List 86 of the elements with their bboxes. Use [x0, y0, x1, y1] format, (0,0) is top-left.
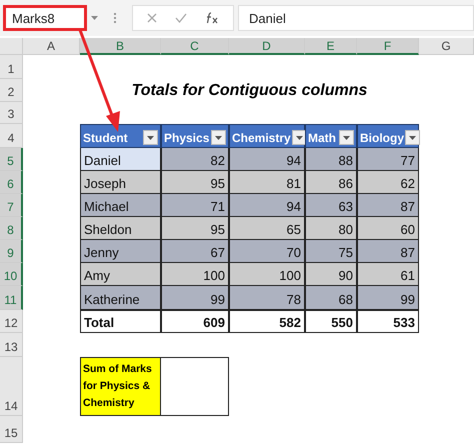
table-cell: 100 — [229, 263, 305, 286]
header-label: Math — [308, 131, 336, 145]
table-cell: 62 — [357, 171, 419, 194]
table-cell: 87 — [357, 240, 419, 263]
row-header[interactable]: 13 — [0, 333, 23, 357]
column-header[interactable]: B — [80, 38, 161, 55]
table-cell: 63 — [305, 194, 357, 217]
row-header[interactable]: 10 — [0, 263, 23, 286]
row-header[interactable]: 9 — [0, 240, 23, 263]
caret-icon — [343, 136, 350, 140]
header-label: Biology — [360, 131, 404, 145]
column-header[interactable]: D — [229, 38, 305, 55]
table-cell: 71 — [161, 194, 229, 217]
table-cell: 80 — [305, 217, 357, 240]
header-label: Chemistry — [232, 131, 291, 145]
row-header[interactable]: 6 — [0, 171, 23, 194]
filter-dropdown-button[interactable] — [339, 130, 354, 145]
table-cell: Katherine — [80, 286, 161, 310]
checkmark-icon[interactable] — [175, 13, 187, 23]
sum-label: Sum of Marks for Physics & Chemistry — [80, 357, 161, 416]
table-cell: 65 — [229, 217, 305, 240]
table-cell: 75 — [305, 240, 357, 263]
row-header[interactable]: 3 — [0, 102, 23, 124]
caret-icon — [296, 136, 303, 140]
formula-field[interactable]: Daniel — [238, 5, 474, 31]
total-cell: 582 — [229, 310, 305, 333]
table-cell: Sheldon — [80, 217, 161, 240]
column-header[interactable]: A — [23, 38, 80, 55]
table-cell: 94 — [229, 148, 305, 171]
caret-icon — [147, 136, 154, 140]
filter-dropdown-button[interactable] — [143, 130, 158, 145]
row-header[interactable]: 11 — [0, 286, 23, 310]
table-cell: 94 — [229, 194, 305, 217]
total-cell: 609 — [161, 310, 229, 333]
table-cell: 100 — [161, 263, 229, 286]
table-cell: 61 — [357, 263, 419, 286]
column-header[interactable]: E — [305, 38, 357, 55]
filter-dropdown-button[interactable] — [405, 130, 420, 145]
sum-value-cell[interactable] — [161, 357, 229, 416]
caret-icon — [409, 136, 416, 140]
row-header[interactable]: 14 — [0, 357, 23, 416]
table-cell: 86 — [305, 171, 357, 194]
row-header[interactable]: 7 — [0, 194, 23, 217]
grip-icon — [114, 13, 118, 23]
row-header[interactable]: 4 — [0, 124, 23, 148]
filter-dropdown-button[interactable] — [211, 130, 226, 145]
total-cell: 533 — [357, 310, 419, 333]
header-label: Physics — [164, 131, 210, 145]
table-cell: Amy — [80, 263, 161, 286]
name-box[interactable]: Marks8 — [3, 5, 87, 31]
table-cell: 82 — [161, 148, 229, 171]
table-cell: 67 — [161, 240, 229, 263]
table-cell: 77 — [357, 148, 419, 171]
column-header[interactable]: C — [161, 38, 229, 55]
row-header[interactable]: 2 — [0, 79, 23, 102]
total-cell: Total — [80, 310, 161, 333]
table-cell: 90 — [305, 263, 357, 286]
header-label: Student — [83, 131, 128, 145]
table-cell: 95 — [161, 171, 229, 194]
total-cell: 550 — [305, 310, 357, 333]
table-cell: 60 — [357, 217, 419, 240]
table-cell: 70 — [229, 240, 305, 263]
table-cell: 99 — [357, 286, 419, 310]
table-cell: 81 — [229, 171, 305, 194]
table-cell: Daniel — [80, 148, 161, 171]
table-cell: Jenny — [80, 240, 161, 263]
row-header[interactable]: 5 — [0, 148, 23, 171]
column-header[interactable]: F — [357, 38, 419, 55]
table-cell: Joseph — [80, 171, 161, 194]
caret-icon — [215, 136, 222, 140]
dropdown-caret-icon[interactable] — [91, 16, 98, 20]
function-icon[interactable] — [205, 12, 219, 24]
column-header[interactable]: G — [419, 38, 474, 55]
table-cell: Michael — [80, 194, 161, 217]
row-header[interactable]: 8 — [0, 217, 23, 240]
table-cell: 95 — [161, 217, 229, 240]
row-header[interactable]: 12 — [0, 310, 23, 333]
row-header[interactable]: 1 — [0, 55, 23, 79]
sheet-title: Totals for Contiguous columns — [130, 80, 368, 100]
row-header[interactable]: 15 — [0, 416, 23, 443]
table-cell: 68 — [305, 286, 357, 310]
table-cell: 88 — [305, 148, 357, 171]
table-cell: 78 — [229, 286, 305, 310]
table-cell: 87 — [357, 194, 419, 217]
filter-dropdown-button[interactable] — [292, 130, 307, 145]
table-cell: 99 — [161, 286, 229, 310]
